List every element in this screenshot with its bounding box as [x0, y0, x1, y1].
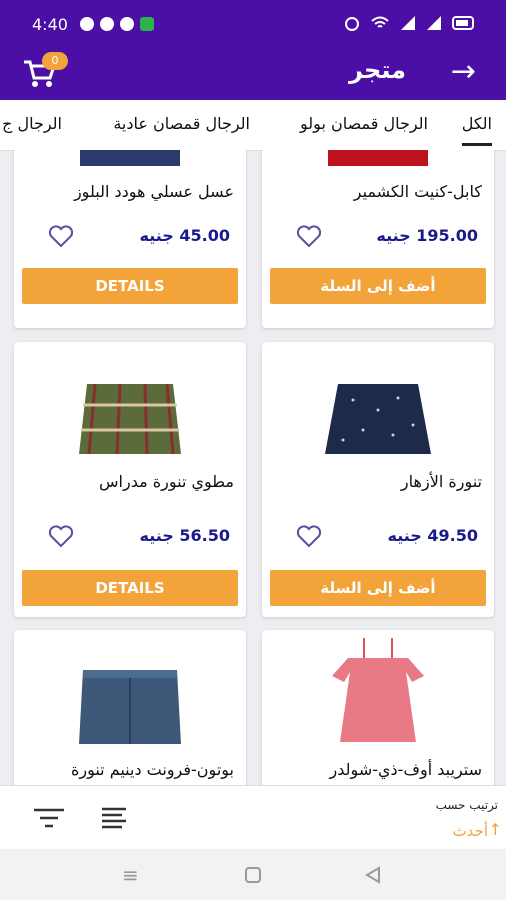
heart-icon[interactable]: [48, 224, 74, 248]
product-card[interactable]: بوتون-فرونت دينيم تنورة: [14, 630, 246, 785]
add-to-cart-button[interactable]: أضف إلى السلة: [270, 268, 486, 304]
signal-icon-2: [427, 16, 441, 30]
tab-men-more[interactable]: الرجال ج: [2, 114, 62, 133]
status-bar: 4:40: [0, 0, 506, 48]
product-image: [80, 150, 180, 166]
arrow-up-icon: ↑: [488, 820, 502, 839]
product-card[interactable]: مطوي تنورة مدراس 56.50 جنيه DETAILS: [14, 342, 246, 617]
list-view-icon[interactable]: [100, 806, 128, 830]
cart-count-badge: 0: [42, 52, 68, 70]
notification-icons: [80, 17, 154, 31]
product-image: [328, 150, 428, 166]
status-time: 4:40: [32, 15, 68, 34]
product-name: عسل عسلي هودد البلوز: [73, 182, 234, 201]
product-name: ستريبد أوف-ذي-شولدر: [329, 760, 482, 779]
product-image: [79, 383, 181, 455]
product-name: بوتون-فرونت دينيم تنورة: [70, 760, 234, 779]
product-price: 195.00 جنيه: [376, 226, 478, 245]
tab-men-polo[interactable]: الرجال قمصان بولو: [300, 114, 428, 133]
app-icon: [140, 17, 154, 31]
product-card[interactable]: كابل-كنيت الكشمير 195.00 جنيه أضف إلى ال…: [262, 150, 494, 328]
product-card[interactable]: تنورة الأزهار 49.50 جنيه أضف إلى السلة: [262, 342, 494, 617]
tab-all[interactable]: الكل: [461, 114, 492, 146]
product-name: كابل-كنيت الكشمير: [353, 182, 482, 201]
app-bar: → متجر 0: [0, 48, 506, 100]
details-button[interactable]: DETAILS: [22, 570, 238, 606]
product-image: [79, 670, 181, 744]
add-to-cart-button[interactable]: أضف إلى السلة: [270, 570, 486, 606]
product-image: [325, 384, 431, 454]
whatsapp-icon: [80, 17, 94, 31]
system-nav-bar: ≡: [0, 849, 506, 900]
product-name: تنورة الأزهار: [400, 472, 482, 491]
wifi-icon: [371, 16, 389, 28]
product-price: 49.50 جنيه: [387, 526, 478, 545]
product-price: 56.50 جنيه: [139, 526, 230, 545]
details-button[interactable]: DETAILS: [22, 268, 238, 304]
home-icon[interactable]: [244, 865, 262, 889]
back-arrow-icon[interactable]: →: [451, 54, 476, 89]
product-price: 45.00 جنيه: [139, 226, 230, 245]
product-image: [332, 638, 424, 742]
product-name: مطوي تنورة مدراس: [99, 472, 234, 491]
signal-icon: [401, 16, 415, 30]
battery-icon: [452, 16, 474, 30]
product-grid: كابل-كنيت الكشمير 195.00 جنيه أضف إلى ال…: [0, 150, 506, 785]
tab-men-casual[interactable]: الرجال قمصان عادية: [113, 114, 250, 133]
recents-icon[interactable]: ≡: [122, 863, 139, 887]
page-title: متجر: [349, 56, 406, 84]
category-tabs: الكل الرجال قمصان بولو الرجال قمصان عادي…: [0, 100, 506, 151]
facebook-icon: [120, 17, 134, 31]
sort-label: ترتيب حسب: [435, 798, 498, 812]
heart-icon[interactable]: [48, 524, 74, 548]
sort-filter-bar: ترتيب حسب أحدث ↑: [0, 785, 506, 850]
telegram-icon: [100, 17, 114, 31]
alarm-icon: [345, 17, 359, 31]
product-card[interactable]: ستريبد أوف-ذي-شولدر: [262, 630, 494, 785]
sort-value[interactable]: أحدث: [453, 822, 488, 840]
back-nav-icon[interactable]: [364, 865, 382, 889]
system-icons: [344, 15, 476, 31]
filter-icon[interactable]: [32, 806, 66, 830]
product-card[interactable]: عسل عسلي هودد البلوز 45.00 جنيه DETAILS: [14, 150, 246, 328]
heart-icon[interactable]: [296, 224, 322, 248]
heart-icon[interactable]: [296, 524, 322, 548]
